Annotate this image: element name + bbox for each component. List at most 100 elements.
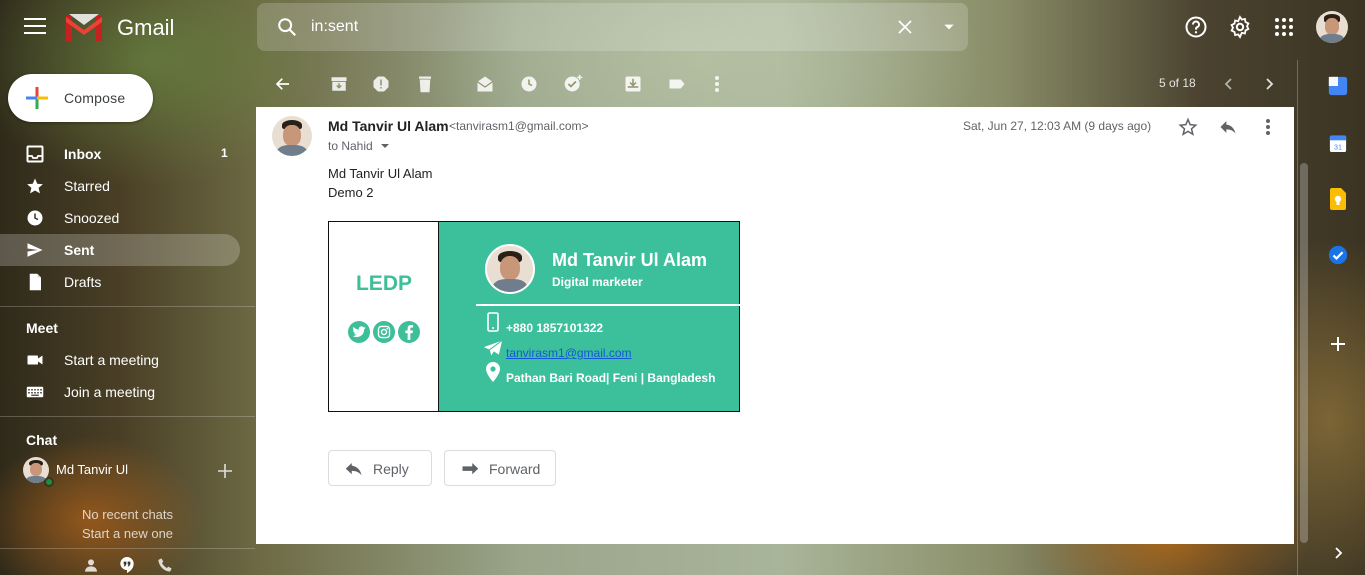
search-options-icon[interactable]	[937, 15, 961, 39]
more-options-icon[interactable]	[706, 73, 728, 95]
chat-heading: Chat	[26, 432, 58, 448]
signature-title: Digital marketer	[552, 275, 643, 289]
chevron-left-icon[interactable]	[1218, 73, 1240, 95]
sidebar-item-sent[interactable]: Sent	[0, 234, 240, 266]
forward-label: Forward	[489, 461, 541, 477]
mobile-phone-icon	[483, 312, 503, 332]
chevron-right-icon[interactable]	[1326, 541, 1350, 565]
send-icon	[483, 338, 503, 358]
chevron-down-icon[interactable]	[380, 141, 390, 151]
signature-brand-panel: LEDP	[329, 222, 439, 411]
plus-icon	[25, 86, 49, 110]
add-icon[interactable]	[214, 460, 236, 482]
tasks-icon[interactable]	[1326, 243, 1350, 267]
side-panel-divider	[1297, 60, 1298, 575]
archive-icon[interactable]	[328, 73, 350, 95]
forward-icon	[461, 460, 479, 478]
mark-unread-icon[interactable]	[474, 73, 496, 95]
meet-heading: Meet	[26, 320, 58, 336]
sender-email: <tanvirasm1@gmail.com>	[449, 119, 589, 133]
move-to-icon[interactable]	[622, 73, 644, 95]
signature-phone: +880 1857101322	[506, 321, 604, 335]
add-to-tasks-icon[interactable]	[562, 73, 584, 95]
compose-button[interactable]: Compose	[8, 74, 153, 122]
keyboard-icon	[26, 383, 44, 401]
sender-avatar[interactable]	[272, 116, 312, 156]
email-signature: LEDP Md Tanvir Ul Alam Digital marketer …	[328, 221, 740, 412]
reply-button[interactable]: Reply	[328, 450, 432, 486]
email-body-line: Demo 2	[328, 185, 374, 200]
signature-name: Md Tanvir Ul Alam	[552, 250, 708, 270]
calendar-date-icon[interactable]: 31	[1326, 131, 1350, 155]
keep-icon[interactable]	[1326, 187, 1350, 211]
snooze-icon[interactable]	[518, 73, 540, 95]
gmail-logo[interactable]	[66, 14, 102, 41]
signature-divider	[476, 304, 740, 306]
add-addon-icon[interactable]	[1326, 332, 1350, 356]
location-pin-icon	[483, 362, 503, 382]
online-status-dot	[44, 477, 54, 487]
inbox-count: 1	[221, 146, 228, 160]
draft-icon	[26, 273, 44, 291]
signature-email-link[interactable]: tanvirasm1@gmail.com	[506, 346, 632, 360]
send-icon	[26, 241, 44, 259]
forward-button[interactable]: Forward	[444, 450, 556, 486]
apps-grid-icon[interactable]	[1272, 15, 1296, 39]
help-icon[interactable]	[1184, 15, 1208, 39]
more-vert-icon[interactable]	[1256, 115, 1280, 139]
person-icon[interactable]	[82, 556, 100, 574]
signature-address: Pathan Bari Road| Feni | Bangladesh	[506, 371, 716, 385]
sidebar-item-label: Snoozed	[64, 210, 120, 226]
account-avatar[interactable]	[1316, 11, 1348, 43]
sidebar-item-label: Starred	[64, 178, 110, 194]
main-menu-button[interactable]	[24, 18, 46, 36]
back-arrow-icon[interactable]	[272, 73, 294, 95]
phone-icon[interactable]	[156, 556, 174, 574]
divider	[0, 306, 255, 307]
signature-photo	[485, 244, 535, 294]
twitter-icon[interactable]	[348, 321, 370, 343]
reply-icon[interactable]	[1216, 115, 1240, 139]
join-meeting-item[interactable]: Join a meeting	[0, 376, 240, 408]
search-icon[interactable]	[275, 15, 299, 39]
label-icon[interactable]	[666, 73, 688, 95]
recipient-line: to Nahid	[328, 139, 373, 153]
join-meeting-label: Join a meeting	[64, 384, 156, 400]
hangouts-icon[interactable]	[118, 556, 136, 574]
start-meeting-item[interactable]: Start a meeting	[0, 344, 240, 376]
scrollbar[interactable]	[1300, 163, 1308, 543]
chat-user-name[interactable]: Md Tanvir Ul	[56, 462, 128, 477]
signature-brand: LEDP	[355, 272, 412, 295]
sidebar-item-inbox[interactable]: Inbox 1	[0, 138, 240, 170]
facebook-icon[interactable]	[398, 321, 420, 343]
calendar-icon[interactable]	[1326, 74, 1350, 98]
email-date: Sat, Jun 27, 12:03 AM (9 days ago)	[963, 119, 1152, 133]
sidebar-item-snoozed[interactable]: Snoozed	[0, 202, 240, 234]
sidebar-item-starred[interactable]: Starred	[0, 170, 240, 202]
sender-name[interactable]: Md Tanvir Ul Alam	[328, 118, 449, 134]
signature-details: Md Tanvir Ul Alam Digital marketer +880 …	[439, 222, 740, 411]
sidebar-item-label: Sent	[64, 242, 95, 258]
gear-icon[interactable]	[1228, 15, 1252, 39]
no-chats-line: No recent chats	[81, 507, 174, 522]
brand-name: Gmail	[117, 15, 175, 40]
sidebar-item-label: Drafts	[64, 274, 102, 290]
instagram-icon[interactable]	[373, 321, 395, 343]
reply-icon	[345, 460, 363, 478]
compose-label: Compose	[64, 90, 126, 106]
chevron-right-icon[interactable]	[1258, 73, 1280, 95]
sidebar-item-label: Inbox	[64, 146, 102, 162]
search-bar[interactable]	[257, 3, 968, 51]
star-icon[interactable]	[1176, 115, 1200, 139]
divider	[0, 548, 255, 549]
divider	[0, 416, 255, 417]
sidebar-item-drafts[interactable]: Drafts	[0, 266, 240, 298]
video-camera-icon	[26, 351, 44, 369]
search-input[interactable]	[311, 16, 871, 38]
report-spam-icon[interactable]	[370, 73, 392, 95]
pagination-count: 5 of 18	[1159, 76, 1196, 90]
delete-icon[interactable]	[414, 73, 436, 95]
close-icon[interactable]	[893, 15, 917, 39]
inbox-icon	[26, 145, 44, 163]
start-chat-link[interactable]: Start a new one	[0, 524, 255, 543]
